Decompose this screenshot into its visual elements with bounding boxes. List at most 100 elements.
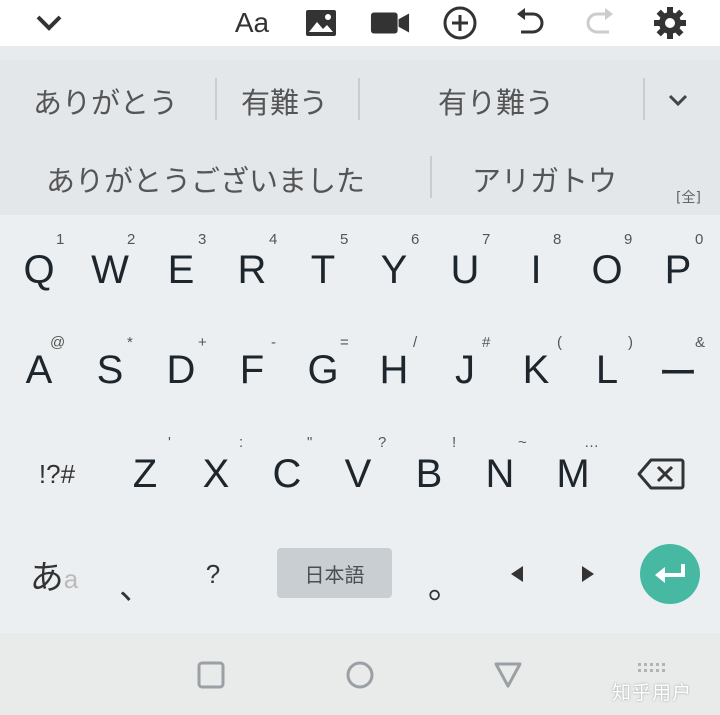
key-x[interactable]: :X bbox=[181, 424, 251, 524]
candidate-divider bbox=[215, 78, 217, 120]
key-s[interactable]: * S bbox=[75, 320, 145, 420]
key-label: Q bbox=[23, 247, 55, 292]
candidate-4[interactable]: ありがとうございました bbox=[46, 158, 365, 200]
key-label: ー bbox=[658, 352, 698, 396]
back-icon[interactable] bbox=[492, 660, 524, 690]
candidate-1[interactable]: ありがとう bbox=[33, 80, 178, 122]
key-t[interactable]: 5T bbox=[288, 220, 358, 320]
keyboard-toolbar: Aa bbox=[0, 0, 720, 46]
home-icon[interactable] bbox=[344, 659, 376, 691]
key-hint: … bbox=[584, 434, 599, 451]
comma-key[interactable]: 、 bbox=[96, 524, 166, 624]
candidate-3[interactable]: 有り難う bbox=[438, 80, 554, 122]
key-label: C bbox=[272, 451, 302, 496]
key-label: B bbox=[415, 451, 443, 496]
backspace-key[interactable] bbox=[626, 424, 696, 524]
key-label: O bbox=[591, 247, 623, 292]
key-hint: 6 bbox=[411, 231, 420, 248]
undo-icon[interactable] bbox=[510, 4, 550, 42]
key-o[interactable]: 9O bbox=[572, 220, 642, 320]
key-a[interactable]: @ A bbox=[4, 320, 74, 420]
key-k[interactable]: (K bbox=[501, 320, 571, 420]
key-i[interactable]: 8I bbox=[501, 220, 571, 320]
key-label: T bbox=[310, 247, 336, 292]
symbols-label: !?# bbox=[38, 458, 76, 489]
key-z[interactable]: ' Z bbox=[110, 424, 180, 524]
key-hint: - bbox=[271, 334, 276, 351]
space-key[interactable]: 日本語 bbox=[277, 548, 392, 598]
key-label: I bbox=[530, 247, 542, 292]
key-hint: 0 bbox=[695, 231, 704, 248]
key-label: V bbox=[344, 451, 372, 496]
candidate-2[interactable]: 有難う bbox=[241, 80, 328, 122]
key-p[interactable]: 0P bbox=[643, 220, 713, 320]
candidate-5[interactable]: アリガトウ bbox=[472, 158, 617, 200]
add-icon[interactable] bbox=[440, 4, 480, 42]
key-label: L bbox=[595, 347, 619, 392]
key-label: E bbox=[167, 247, 195, 292]
key-label: J bbox=[455, 347, 475, 392]
kana-toggle-key[interactable]: あa bbox=[14, 524, 94, 624]
key-j[interactable]: # J bbox=[430, 320, 500, 420]
key-y[interactable]: 6Y bbox=[359, 220, 429, 320]
key-b[interactable]: ! B bbox=[394, 424, 464, 524]
cursor-right-key[interactable] bbox=[553, 524, 623, 624]
cursor-left-key[interactable] bbox=[482, 524, 552, 624]
key-n[interactable]: ~ N bbox=[465, 424, 535, 524]
font-size-label: Aa bbox=[234, 7, 270, 38]
video-icon[interactable] bbox=[370, 4, 410, 42]
key-hint: 3 bbox=[198, 231, 207, 248]
key-label: S bbox=[96, 347, 124, 392]
key-m[interactable]: … M bbox=[538, 424, 608, 524]
key-label: U bbox=[450, 247, 480, 292]
key-hint: ~ bbox=[518, 434, 527, 451]
key-label: X bbox=[202, 451, 230, 496]
key-label: D bbox=[166, 347, 196, 392]
key-w[interactable]: 2W bbox=[75, 220, 145, 320]
redo-icon[interactable] bbox=[580, 4, 620, 42]
key-hint: # bbox=[482, 334, 491, 351]
key-h[interactable]: / H bbox=[359, 320, 429, 420]
period-key[interactable]: 。 bbox=[410, 524, 480, 624]
candidate-panel: ありがとう 有難う 有り難う ありがとうございました アリガトウ bbox=[0, 60, 720, 215]
key-label: R bbox=[237, 247, 267, 292]
key-d[interactable]: + D bbox=[146, 320, 216, 420]
recent-apps-icon[interactable] bbox=[196, 660, 226, 690]
key-hint: : bbox=[239, 434, 244, 451]
font-size-icon[interactable]: Aa bbox=[230, 4, 274, 42]
key-r[interactable]: 4R bbox=[217, 220, 287, 320]
key-u[interactable]: 7U bbox=[430, 220, 500, 320]
key-label: H bbox=[379, 347, 409, 392]
key-c[interactable]: " C bbox=[252, 424, 322, 524]
key-e[interactable]: 3E bbox=[146, 220, 216, 320]
key-hint: 2 bbox=[127, 231, 136, 248]
key-label: Y bbox=[380, 247, 408, 292]
key-g[interactable]: = G bbox=[288, 320, 358, 420]
question-label: ? bbox=[205, 558, 221, 589]
key-hint: 9 bbox=[624, 231, 633, 248]
question-key[interactable]: ? bbox=[178, 524, 248, 624]
arrow-right-icon bbox=[582, 566, 594, 582]
key-label: M bbox=[556, 451, 590, 496]
key-q[interactable]: 1Q bbox=[4, 220, 74, 320]
keyboard-switch-icon[interactable] bbox=[636, 661, 668, 679]
key-v[interactable]: ? V bbox=[323, 424, 393, 524]
watermark: 知乎用户 bbox=[612, 682, 693, 704]
key-long-vowel[interactable]: & ー bbox=[643, 320, 713, 420]
key-hint: 4 bbox=[269, 231, 278, 248]
enter-button[interactable] bbox=[640, 544, 700, 604]
kana-label: あ bbox=[29, 558, 64, 597]
candidate-divider bbox=[358, 78, 360, 120]
candidate-divider bbox=[643, 78, 645, 120]
key-hint: @ bbox=[50, 334, 66, 351]
key-l[interactable]: ) L bbox=[572, 320, 642, 420]
settings-icon[interactable] bbox=[650, 4, 690, 42]
key-label: K bbox=[522, 347, 550, 392]
key-f[interactable]: -F bbox=[217, 320, 287, 420]
chevron-down-icon[interactable] bbox=[29, 4, 69, 42]
image-icon[interactable] bbox=[301, 4, 341, 42]
symbols-key[interactable]: !?# bbox=[22, 424, 92, 524]
expand-candidates-icon[interactable] bbox=[662, 88, 694, 112]
period-label: 。 bbox=[428, 567, 462, 606]
enter-icon bbox=[655, 564, 685, 583]
